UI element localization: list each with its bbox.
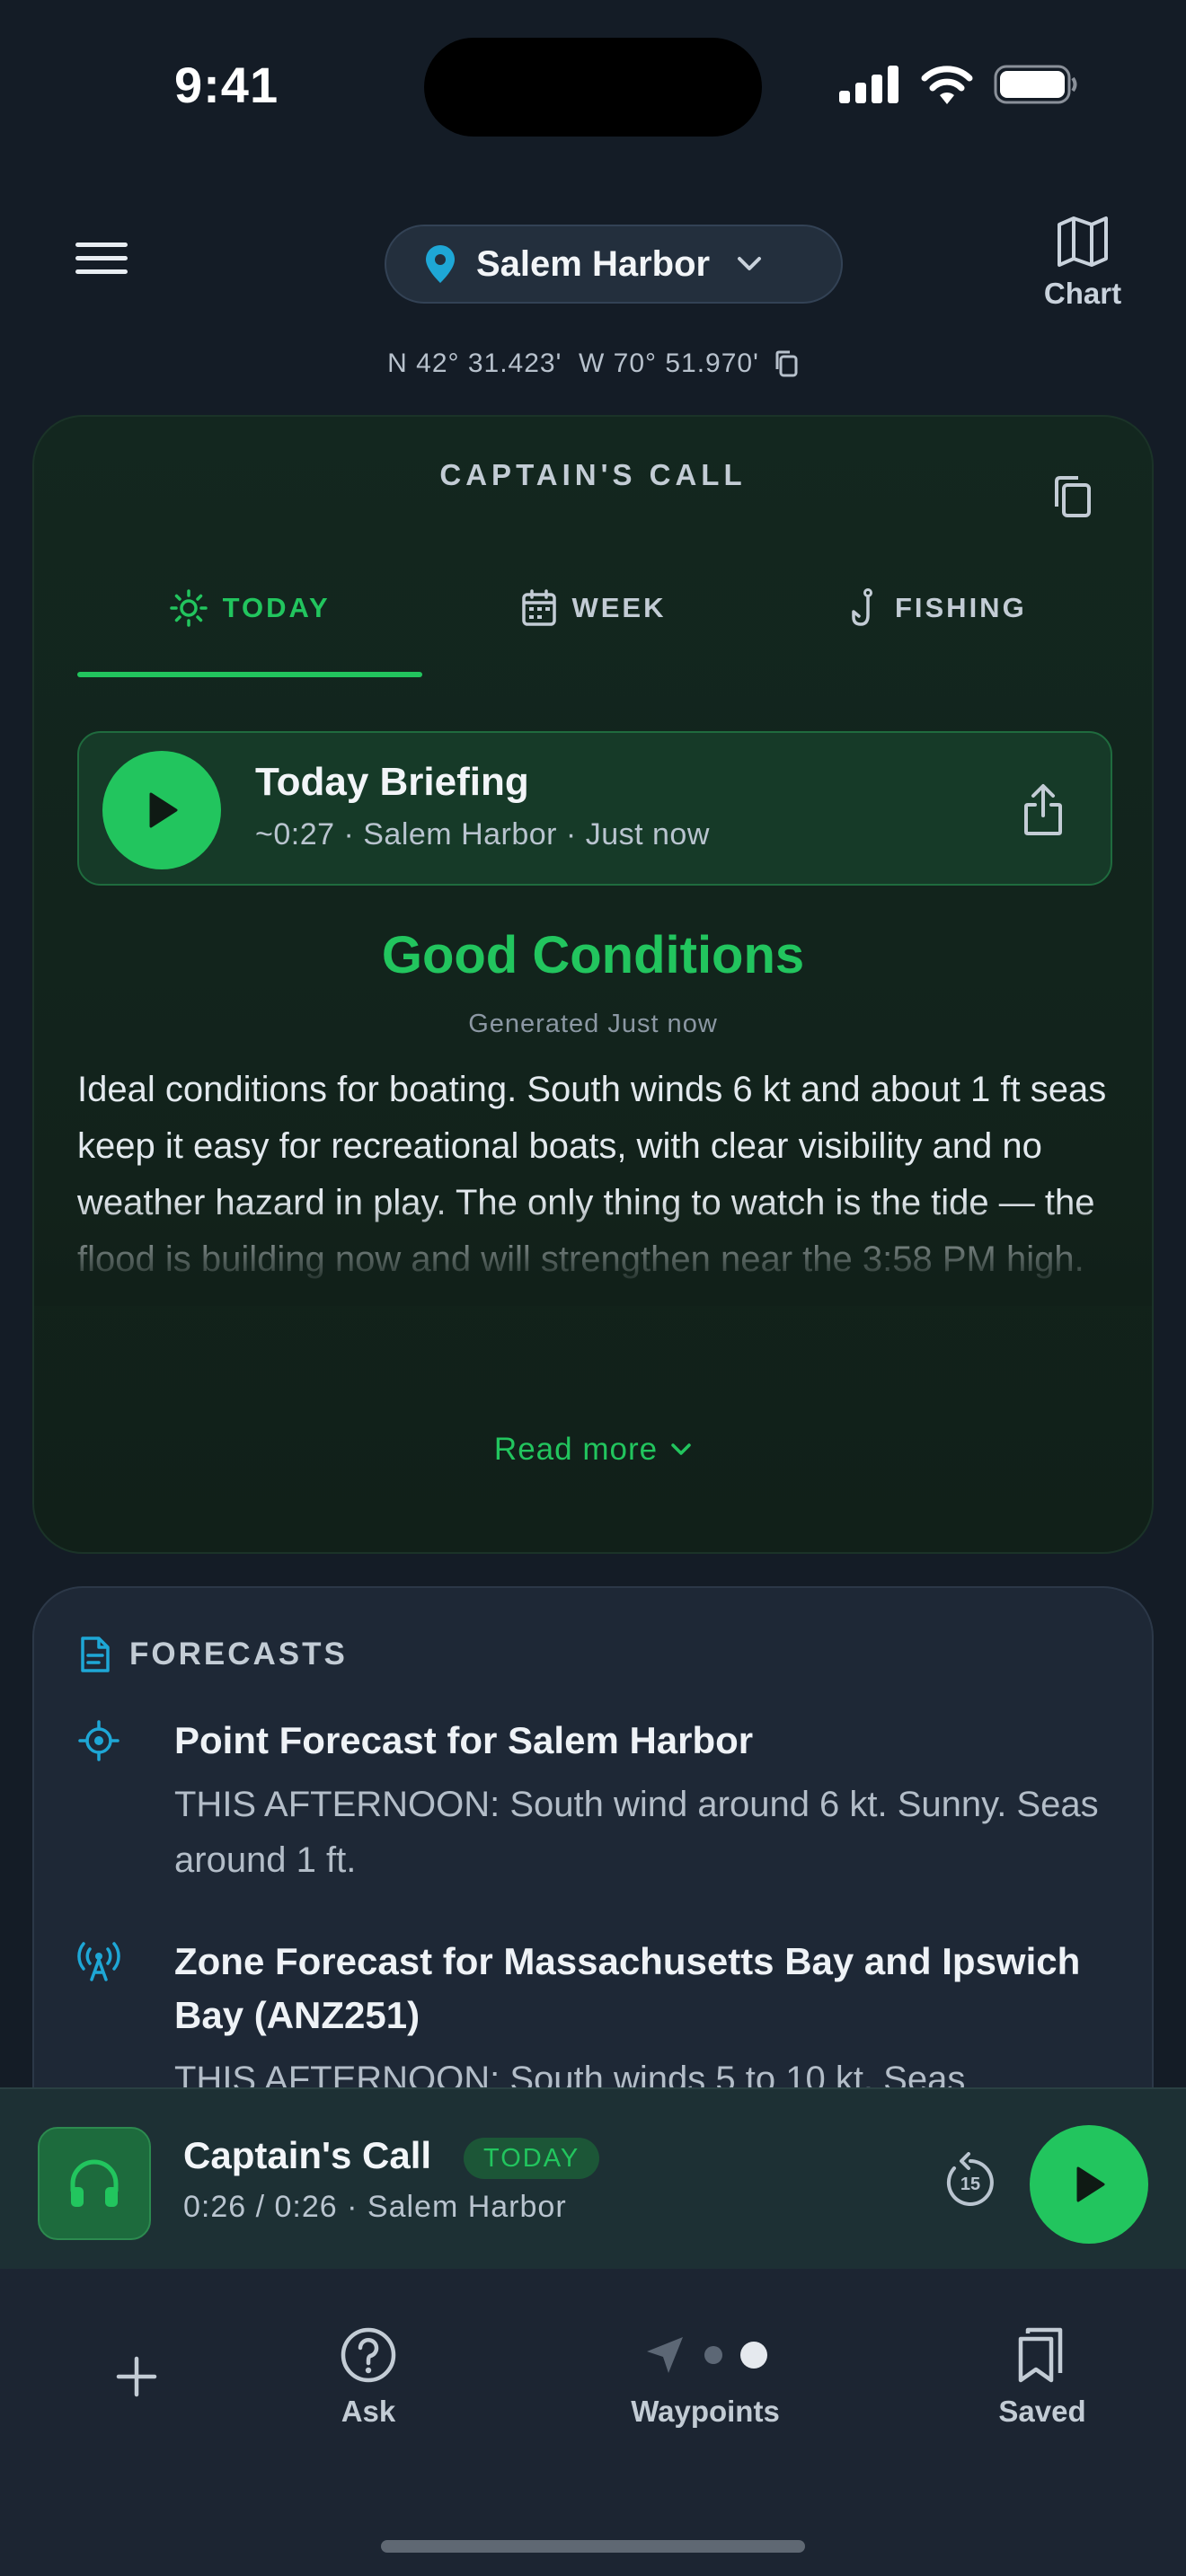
chevron-down-icon — [671, 1443, 691, 1455]
new-button[interactable] — [115, 2355, 158, 2398]
copy-coordinates-icon[interactable] — [774, 349, 799, 378]
briefing-play-button[interactable] — [102, 751, 221, 869]
cellular-signal-icon — [839, 66, 898, 103]
nav-waypoints[interactable]: Waypoints — [611, 2326, 800, 2429]
tab-week-label: WEEK — [571, 592, 667, 623]
page-dot-active — [740, 2342, 767, 2369]
tab-active-indicator — [77, 672, 422, 677]
tab-today-label: TODAY — [222, 592, 331, 623]
briefing-title: Today Briefing — [255, 760, 529, 804]
skip-back-15-icon: 15 — [946, 2152, 994, 2206]
menu-button[interactable] — [75, 241, 138, 287]
location-name: Salem Harbor — [476, 243, 711, 284]
coordinates-row: N 42° 31.423' W 70° 51.970' — [0, 348, 1186, 379]
forecast-item-title: Point Forecast for Salem Harbor — [174, 1719, 754, 1761]
hamburger-menu-icon — [75, 243, 128, 274]
generated-timestamp: Generated Just now — [468, 1010, 718, 1038]
tab-fishing-label: FISHING — [894, 592, 1027, 623]
forecasts-title: FORECASTS — [129, 1636, 348, 1672]
status-time: 9:41 — [174, 57, 279, 113]
status-icons — [839, 65, 1078, 104]
radio-tower-icon — [77, 1942, 120, 1981]
forecasts-header: FORECASTS — [79, 1635, 348, 1674]
now-playing-badge: TODAY — [464, 2138, 600, 2179]
forecast-item-text: THIS AFTERNOON: South wind around 6 kt. … — [174, 1785, 1099, 1880]
nav-saved[interactable]: Saved — [992, 2326, 1093, 2429]
captains-call-card: CAPTAIN'S CALL TODAY WEEK FISHING Today … — [32, 415, 1154, 1554]
share-button[interactable] — [1022, 783, 1064, 837]
forecast-item-zone[interactable]: Zone Forecast for Massachusetts Bay and … — [77, 1935, 1111, 2107]
condition-headline: Good Conditions — [381, 926, 805, 984]
forecast-item-title: Zone Forecast for Massachusetts Bay and … — [174, 1940, 1081, 2036]
wifi-icon — [921, 66, 973, 104]
headphones-icon — [70, 2159, 119, 2207]
read-more-button[interactable]: Read more — [34, 1432, 1152, 1468]
nav-waypoints-label: Waypoints — [631, 2395, 780, 2428]
briefing-subtitle: ~0:27 · Salem Harbor · Just now — [255, 817, 710, 851]
play-icon — [149, 792, 178, 828]
now-playing-title: Captain's Call — [183, 2134, 432, 2176]
skip-back-button[interactable]: 15 — [942, 2152, 999, 2211]
sun-icon — [169, 589, 208, 627]
bookmarks-icon — [1018, 2327, 1063, 2383]
map-icon — [1058, 216, 1108, 267]
now-playing-artwork — [38, 2127, 151, 2240]
chart-label: Chart — [1043, 277, 1122, 310]
calendar-icon — [522, 589, 557, 626]
nav-saved-label: Saved — [998, 2395, 1086, 2428]
share-icon — [1024, 784, 1062, 835]
navigation-arrow-icon — [647, 2337, 683, 2373]
skip-seconds-label: 15 — [960, 2175, 980, 2194]
location-pin-icon — [426, 245, 455, 283]
fishhook-icon — [852, 588, 872, 626]
battery-icon — [994, 65, 1077, 104]
target-icon — [78, 1720, 119, 1761]
forecast-item-point[interactable]: Point Forecast for Salem Harbor THIS AFT… — [77, 1714, 1111, 1888]
tab-today[interactable]: TODAY — [77, 568, 421, 648]
document-icon — [81, 1636, 110, 1672]
plus-icon — [116, 2356, 157, 2397]
briefing-player: Today Briefing ~0:27 · Salem Harbor · Ju… — [77, 731, 1112, 886]
coordinates-text: N 42° 31.423' W 70° 51.970' — [387, 348, 759, 378]
waypoints-indicator — [643, 2326, 767, 2384]
chevron-down-icon — [738, 257, 762, 270]
nav-ask[interactable]: Ask — [325, 2326, 412, 2429]
location-selector[interactable]: Salem Harbor — [385, 225, 843, 304]
dynamic-island — [424, 38, 762, 137]
home-indicator — [381, 2540, 805, 2553]
captains-call-title: CAPTAIN'S CALL — [439, 458, 747, 491]
forecast-tabs: TODAY WEEK FISHING — [77, 568, 1111, 648]
tab-week[interactable]: WEEK — [421, 568, 766, 648]
now-playing-play-button[interactable] — [1030, 2125, 1148, 2244]
copy-icon — [1055, 476, 1091, 517]
page-dot — [704, 2346, 722, 2364]
tab-fishing[interactable]: FISHING — [766, 568, 1111, 648]
now-playing-subtitle: 0:26 / 0:26 · Salem Harbor — [183, 2190, 567, 2224]
copy-button[interactable] — [1053, 474, 1093, 519]
read-more-label: Read more — [493, 1432, 659, 1467]
now-playing-bar[interactable]: Captain's Call TODAY 0:26 / 0:26 · Salem… — [0, 2087, 1186, 2269]
forecasts-card: FORECASTS Point Forecast for Salem Harbo… — [32, 1586, 1154, 2125]
text-fade-overlay — [34, 1198, 1152, 1306]
question-circle-icon — [341, 2327, 396, 2383]
bottom-nav: Ask Waypoints Saved — [0, 2269, 1186, 2576]
chart-button[interactable]: Chart — [1024, 216, 1141, 311]
nav-ask-label: Ask — [341, 2395, 396, 2428]
play-icon — [1076, 2166, 1105, 2202]
